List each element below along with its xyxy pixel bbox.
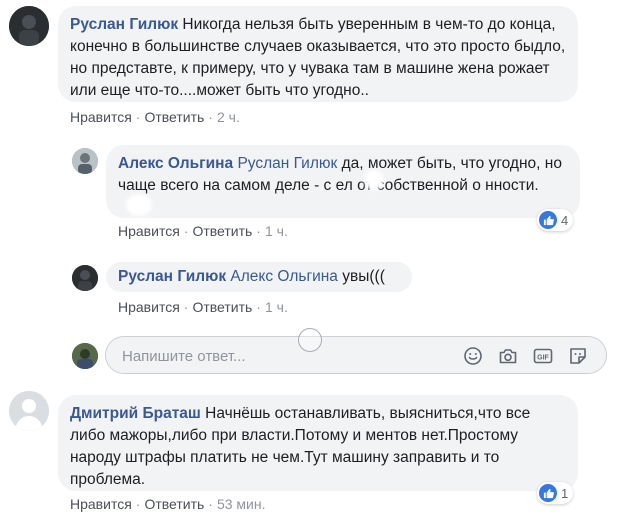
comment-actions: Нравится · Ответить · 2 ч. xyxy=(70,109,240,125)
comment-text: увы((( xyxy=(342,268,385,285)
avatar[interactable] xyxy=(72,265,98,291)
like-icon xyxy=(539,211,557,229)
like-link[interactable]: Нравится xyxy=(70,109,132,125)
comment-bubble: Алекс Ольгина Руслан Гилюк да, может быт… xyxy=(106,145,580,218)
reply-link[interactable]: Ответить xyxy=(144,109,204,125)
reaction-count[interactable]: 1 xyxy=(537,482,574,504)
comment-time[interactable]: 1 ч. xyxy=(265,299,288,315)
comment-author[interactable]: Руслан Гилюк xyxy=(70,16,178,33)
camera-icon[interactable] xyxy=(498,346,518,366)
reply-link[interactable]: Ответить xyxy=(192,223,252,239)
text-obscure xyxy=(364,170,384,190)
comment-bubble: Руслан Гилюк Никогда нельзя быть уверенн… xyxy=(58,6,578,102)
comment-time[interactable]: 2 ч. xyxy=(217,109,240,125)
mention-link[interactable]: Алекс Ольгина xyxy=(230,268,338,285)
comment-bubble: Руслан Гилюк Алекс Ольгина увы((( xyxy=(106,262,412,292)
comment-author[interactable]: Дмитрий Браташ xyxy=(70,405,201,422)
text-obscure xyxy=(126,194,152,216)
user-photo xyxy=(9,6,49,46)
reaction-number: 1 xyxy=(561,485,569,501)
avatar[interactable] xyxy=(72,148,98,174)
default-avatar-icon xyxy=(9,391,49,431)
mention-link[interactable]: Руслан Гилюк xyxy=(237,155,337,172)
comment-actions: Нравится · Ответить · 53 мин. xyxy=(70,496,266,512)
comment-author[interactable]: Алекс Ольгина xyxy=(118,155,233,172)
comment-time[interactable]: 1 ч. xyxy=(265,223,288,239)
sticker-icon[interactable] xyxy=(568,346,588,366)
comment-time[interactable]: 53 мин. xyxy=(217,496,266,512)
reply-composer: GIF xyxy=(105,336,607,374)
avatar xyxy=(72,343,98,369)
emoji-icon[interactable] xyxy=(463,346,483,366)
user-photo xyxy=(72,148,98,174)
like-link[interactable]: Нравится xyxy=(70,496,132,512)
svg-text:GIF: GIF xyxy=(537,354,549,361)
comment-actions: Нравится · Ответить · 1 ч. xyxy=(118,299,288,315)
gif-icon[interactable]: GIF xyxy=(533,346,553,366)
user-photo xyxy=(72,265,98,291)
comment-author[interactable]: Руслан Гилюк xyxy=(118,268,226,285)
reply-input[interactable] xyxy=(120,345,444,367)
avatar[interactable] xyxy=(9,391,49,431)
comment-actions: Нравится · Ответить · 1 ч. xyxy=(118,223,288,239)
user-photo xyxy=(72,343,98,369)
reply-link[interactable]: Ответить xyxy=(192,299,252,315)
like-link[interactable]: Нравится xyxy=(118,223,180,239)
reaction-number: 4 xyxy=(561,212,569,228)
comment-bubble: Дмитрий Браташ Начнёшь останавливать, вы… xyxy=(58,395,578,491)
reply-link[interactable]: Ответить xyxy=(144,496,204,512)
like-link[interactable]: Нравится xyxy=(118,299,180,315)
avatar[interactable] xyxy=(9,6,49,46)
mouse-cursor xyxy=(298,328,322,352)
reaction-count[interactable]: 4 xyxy=(537,209,574,231)
like-icon xyxy=(539,484,557,502)
